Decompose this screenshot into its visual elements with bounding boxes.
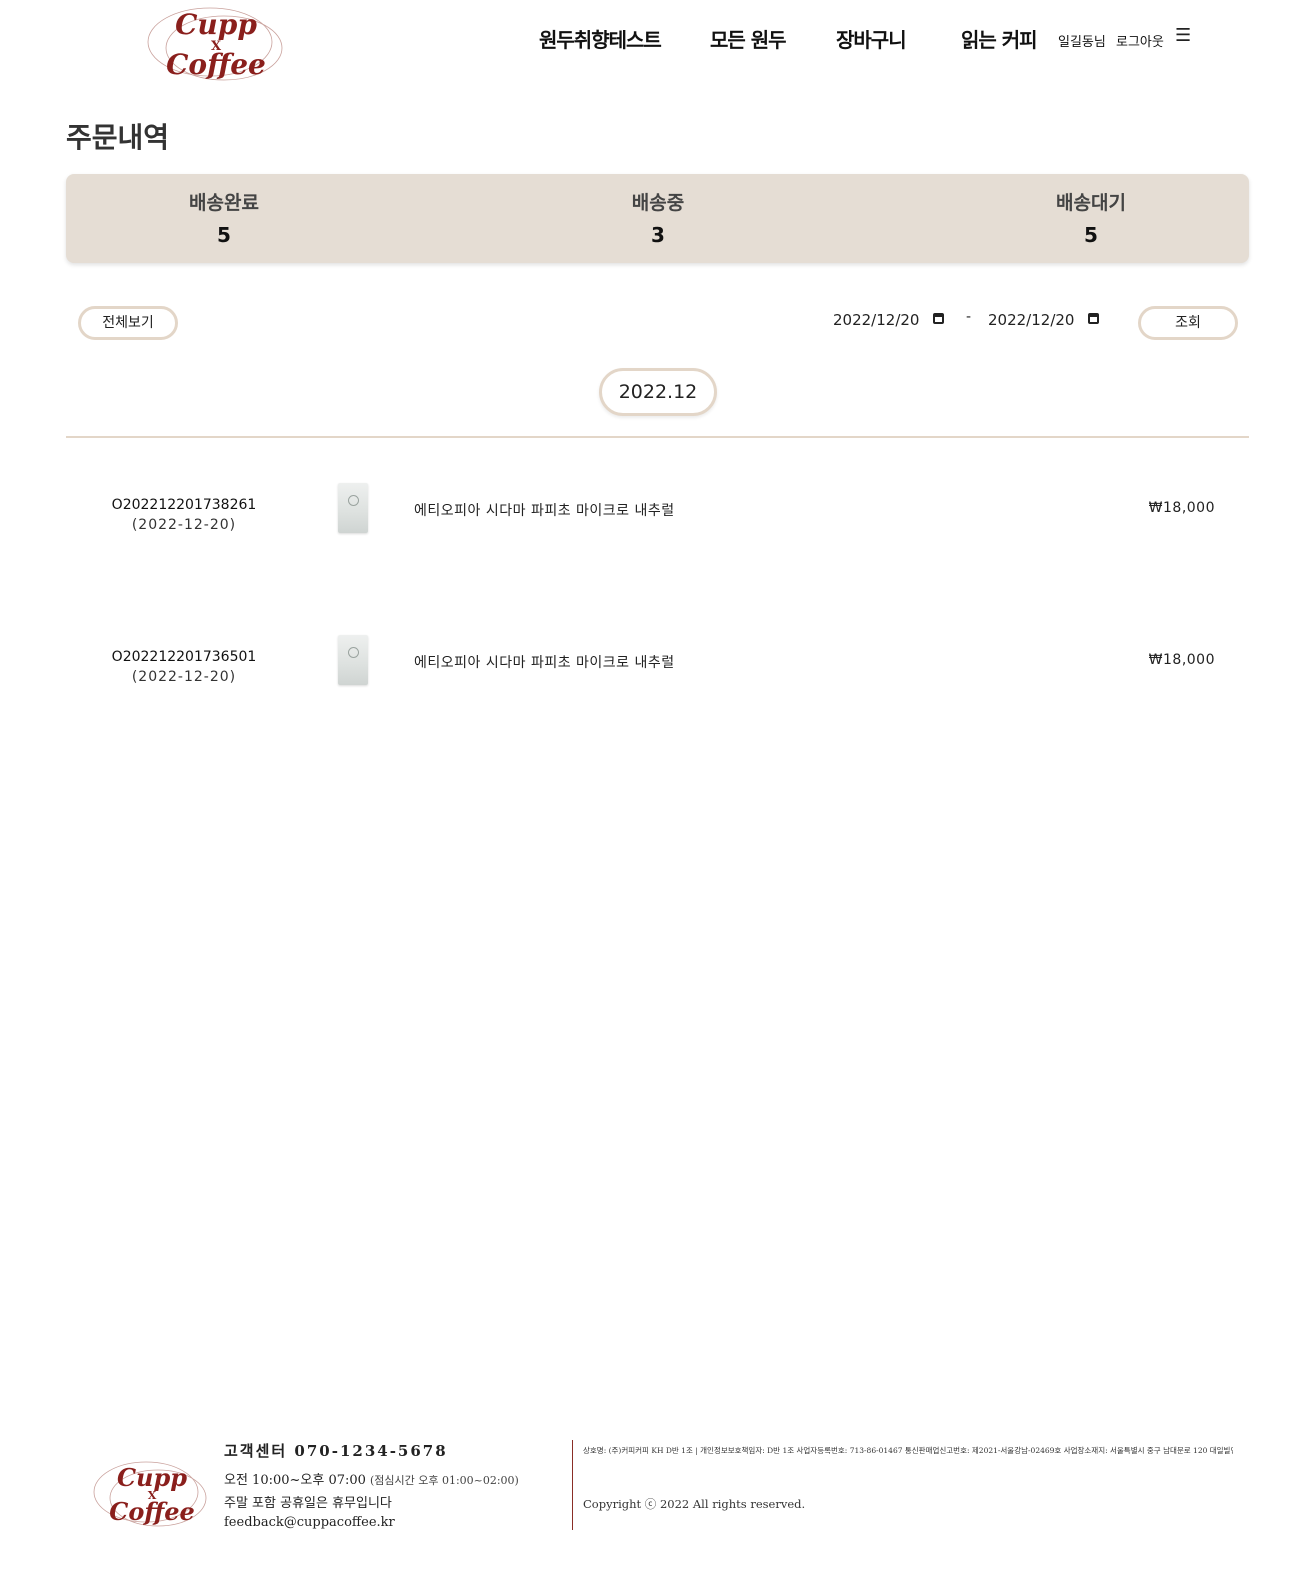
footer: Cupp X Coffee 고객센터 070-1234-5678 오전 10:0… <box>0 1440 1316 1591</box>
order-id[interactable]: O202212201738261 <box>66 497 302 513</box>
copyright: Copyright ⓒ 2022 All rights reserved. <box>583 1497 806 1511</box>
date-to-value: 2022/12/20 <box>988 311 1075 329</box>
summary-label: 배송완료 <box>189 192 259 214</box>
summary-count: 5 <box>217 223 231 247</box>
summary-count: 5 <box>1084 223 1098 247</box>
cs-hours: 오전 10:00~오후 07:00 (점심시간 오후 01:00~02:00) <box>224 1469 519 1488</box>
summary-waiting: 배송대기 5 <box>991 188 1191 247</box>
business-info: 상호명: (주)커피커피 KH D반 1조 | 개인정보보호책임자: D반 1조… <box>583 1446 1233 1455</box>
nav-bean-test[interactable]: 원두취향테스트 <box>539 24 662 53</box>
user-name[interactable]: 일길동님 <box>1058 35 1106 50</box>
nav-cart[interactable]: 장바구니 <box>836 24 907 53</box>
svg-text:Coffee: Coffee <box>109 1497 195 1526</box>
footer-logo: Cupp X Coffee <box>93 1461 207 1527</box>
page-title: 주문내역 <box>66 121 170 154</box>
cs-holiday: 주말 포함 공휴일은 휴무입니다 <box>224 1496 392 1511</box>
product-name[interactable]: 에티오피아 시다마 파피초 마이크로 내추럴 <box>414 652 675 672</box>
date-from-value: 2022/12/20 <box>833 311 920 329</box>
cs-email[interactable]: feedback@cuppacoffee.kr <box>224 1515 519 1530</box>
summary-label: 배송중 <box>631 192 685 214</box>
svg-text:Cupp: Cupp <box>117 1463 187 1492</box>
calendar-icon[interactable] <box>1088 313 1100 324</box>
summary-count: 3 <box>651 223 665 247</box>
logout-link[interactable]: 로그아웃 <box>1116 35 1164 50</box>
month-badge: 2022.12 <box>599 368 717 416</box>
product-thumbnail[interactable] <box>338 483 368 533</box>
nav-all-beans[interactable]: 모든 원두 <box>710 24 787 53</box>
svg-text:Cupp: Cupp <box>175 8 257 41</box>
date-separator: - <box>966 309 972 325</box>
order-date: (2022-12-20) <box>131 517 237 533</box>
nav-reading-coffee[interactable]: 읽는 커피 <box>961 24 1038 53</box>
calendar-icon[interactable] <box>933 313 945 324</box>
customer-center: 고객센터 070-1234-5678 오전 10:00~오후 07:00 (점심시… <box>224 1440 519 1530</box>
summary-delivered: 배송완료 5 <box>124 188 324 247</box>
order-row[interactable]: O202212201738261 (2022-12-20) 에티오피아 시다마 … <box>66 483 1249 557</box>
cs-hours-text: 오전 10:00~오후 07:00 <box>224 1473 366 1488</box>
order-price: ₩18,000 <box>1148 500 1215 516</box>
footer-divider <box>572 1440 573 1530</box>
svg-text:Coffee: Coffee <box>166 48 266 81</box>
divider <box>66 436 1249 438</box>
product-thumbnail[interactable] <box>338 635 368 685</box>
order-row[interactable]: O202212201736501 (2022-12-20) 에티오피아 시다마 … <box>66 635 1249 709</box>
view-all-button[interactable]: 전체보기 <box>78 306 178 340</box>
order-price: ₩18,000 <box>1148 652 1215 668</box>
delivery-summary: 배송완료 5 배송중 3 배송대기 5 <box>66 174 1249 263</box>
summary-shipping: 배송중 3 <box>558 188 758 247</box>
order-id[interactable]: O202212201736501 <box>66 649 302 665</box>
cs-lunch: (점심시간 오후 01:00~02:00) <box>369 1474 519 1487</box>
summary-label: 배송대기 <box>1056 192 1126 214</box>
header: Cupp X Coffee 원두취향테스트 모든 원두 장바구니 읽는 커피 일… <box>0 0 1316 90</box>
cs-title: 고객센터 070-1234-5678 <box>224 1442 448 1460</box>
user-area: 일길동님 로그아웃 <box>1058 31 1170 50</box>
product-name[interactable]: 에티오피아 시다마 파피초 마이크로 내추럴 <box>414 500 675 520</box>
date-from-input[interactable]: 2022/12/20 <box>833 311 945 329</box>
search-button[interactable]: 조회 <box>1138 306 1238 340</box>
order-date: (2022-12-20) <box>131 669 237 685</box>
menu-icon[interactable]: ☰ <box>1175 25 1191 46</box>
date-to-input[interactable]: 2022/12/20 <box>988 311 1100 329</box>
cuppa-coffee-logo[interactable]: Cupp X Coffee <box>144 6 288 82</box>
